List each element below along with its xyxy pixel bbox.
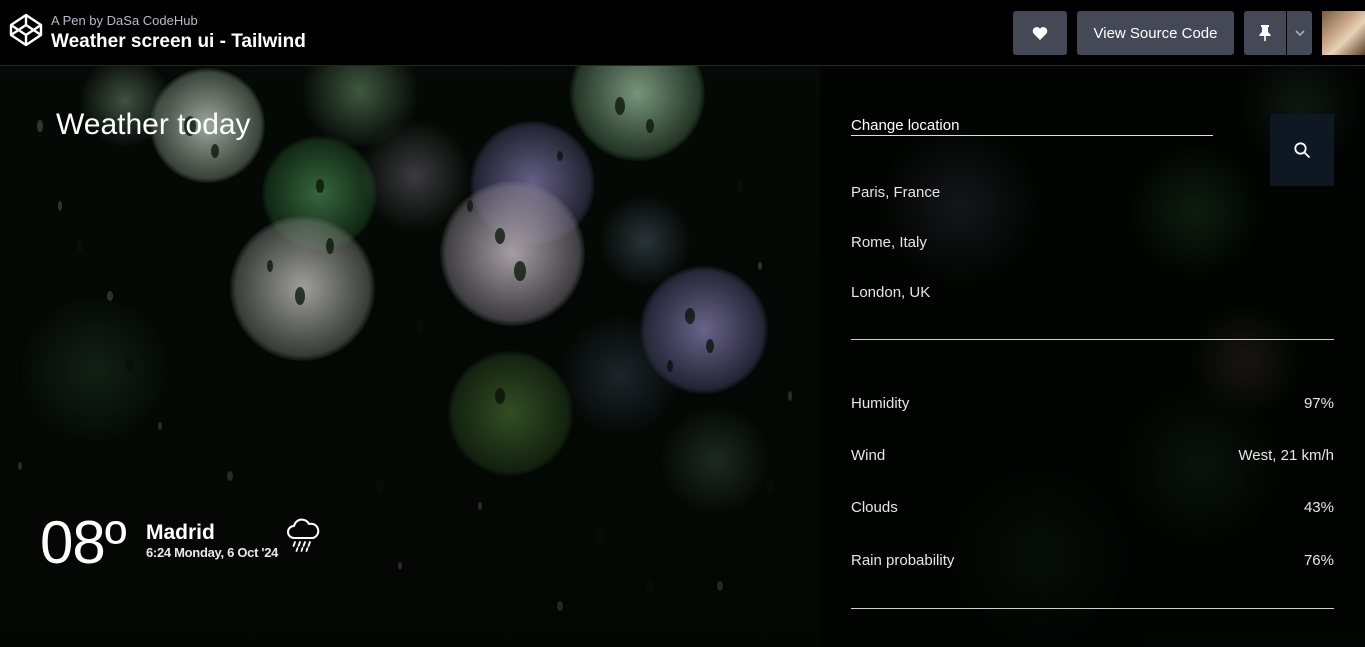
divider [851, 608, 1334, 609]
pin-menu-button[interactable] [1287, 11, 1312, 55]
codepen-header: A Pen by DaSa CodeHub Weather screen ui … [0, 0, 1365, 66]
rain-probability-label: Rain probability [851, 552, 955, 569]
wind-value: West, 21 km/h [1238, 447, 1334, 464]
view-source-button[interactable]: View Source Code [1077, 11, 1234, 55]
codepen-logo-icon[interactable] [8, 12, 44, 48]
wind-label: Wind [851, 447, 886, 464]
location-input[interactable] [851, 116, 1213, 136]
humidity-value: 97% [1303, 395, 1334, 412]
rain-cloud-icon [287, 518, 320, 552]
rain-probability-value: 76% [1303, 552, 1334, 569]
clouds-value: 43% [1303, 499, 1334, 516]
heart-icon [1032, 26, 1048, 40]
pin-button[interactable] [1244, 11, 1286, 55]
location-option[interactable]: London, UK [851, 284, 930, 301]
pen-author[interactable]: A Pen by DaSa CodeHub [51, 13, 198, 28]
location-option[interactable]: Rome, Italy [851, 234, 927, 251]
search-button[interactable] [1270, 114, 1334, 186]
page-title: Weather today [56, 108, 251, 141]
clouds-label: Clouds [851, 499, 898, 516]
city-name: Madrid [146, 521, 215, 544]
pin-icon [1259, 25, 1271, 41]
date-time: 6:24 Monday, 6 Oct '24 [146, 545, 279, 560]
search-icon [1294, 142, 1310, 158]
chevron-down-icon [1294, 30, 1305, 37]
divider [851, 339, 1334, 340]
humidity-label: Humidity [851, 395, 910, 412]
location-option[interactable]: Paris, France [851, 184, 940, 201]
avatar[interactable] [1322, 11, 1365, 55]
pen-title: Weather screen ui - Tailwind [51, 31, 306, 52]
temperature: 08º [40, 509, 127, 576]
like-button[interactable] [1013, 11, 1067, 55]
